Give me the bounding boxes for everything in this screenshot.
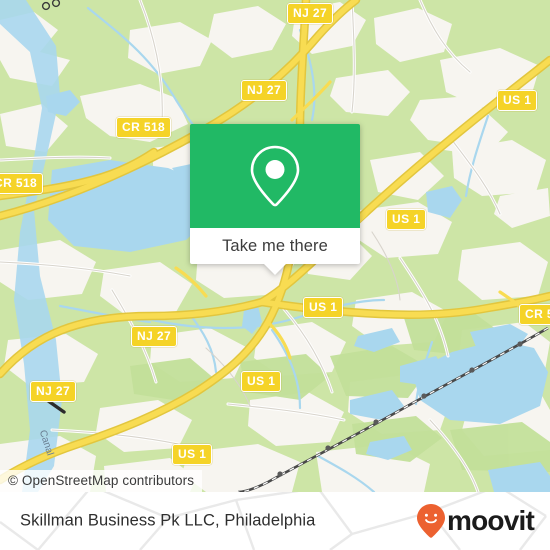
moovit-smiley-pin-icon bbox=[417, 504, 446, 538]
moovit-wordmark: moovit bbox=[447, 505, 535, 536]
shield-cr-5-right: CR 5 bbox=[519, 304, 550, 325]
take-me-there-label: Take me there bbox=[222, 236, 328, 255]
location-callout[interactable]: Take me there bbox=[190, 124, 360, 275]
road-shield-label: US 1 bbox=[247, 374, 276, 388]
shield-nj-27-bottomleft: NJ 27 bbox=[30, 381, 77, 402]
moovit-map-screenshot: NJ 27 NJ 27 CR 518 CR 518 US 1 US 1 US 1 CR 5 NJ… bbox=[0, 0, 550, 550]
osm-attribution[interactable]: © OpenStreetMap contributors bbox=[0, 470, 203, 492]
shield-nj-27-upper: NJ 27 bbox=[241, 80, 288, 101]
shield-us-1-lower: US 1 bbox=[241, 371, 282, 392]
map-pin-icon bbox=[250, 145, 300, 207]
road-shield-label: CR 5 bbox=[525, 307, 550, 321]
place-name: Skillman Business Pk LLC, Philadelphia bbox=[20, 511, 316, 530]
shield-cr-518-left: CR 518 bbox=[0, 173, 44, 194]
shield-us-1-center: US 1 bbox=[303, 297, 344, 318]
moovit-brand[interactable]: moovit bbox=[416, 503, 535, 539]
road-shield-label: NJ 27 bbox=[247, 83, 282, 97]
shield-us-1-topright: US 1 bbox=[497, 90, 538, 111]
shield-nj-27-top: NJ 27 bbox=[287, 3, 334, 24]
road-shield-label: US 1 bbox=[178, 447, 207, 461]
road-shield-label: US 1 bbox=[503, 93, 532, 107]
road-shield-label: NJ 27 bbox=[36, 384, 71, 398]
take-me-there-button[interactable]: Take me there bbox=[190, 228, 360, 275]
callout-pin-area bbox=[190, 124, 360, 228]
shield-cr-518-top: CR 518 bbox=[116, 117, 172, 138]
shield-nj-27-lower: NJ 27 bbox=[131, 326, 178, 347]
bottom-bar: Skillman Business Pk LLC, Philadelphia m… bbox=[0, 492, 550, 550]
road-shield-label: NJ 27 bbox=[137, 329, 172, 343]
road-shield-label: US 1 bbox=[309, 300, 338, 314]
road-shield-label: CR 518 bbox=[0, 176, 38, 190]
shield-us-1-right: US 1 bbox=[386, 209, 427, 230]
shield-us-1-bottom: US 1 bbox=[172, 444, 213, 465]
road-shield-label: NJ 27 bbox=[293, 6, 328, 20]
callout-tail bbox=[264, 264, 286, 275]
road-shield-label: US 1 bbox=[392, 212, 421, 226]
road-shield-label: CR 518 bbox=[122, 120, 166, 134]
